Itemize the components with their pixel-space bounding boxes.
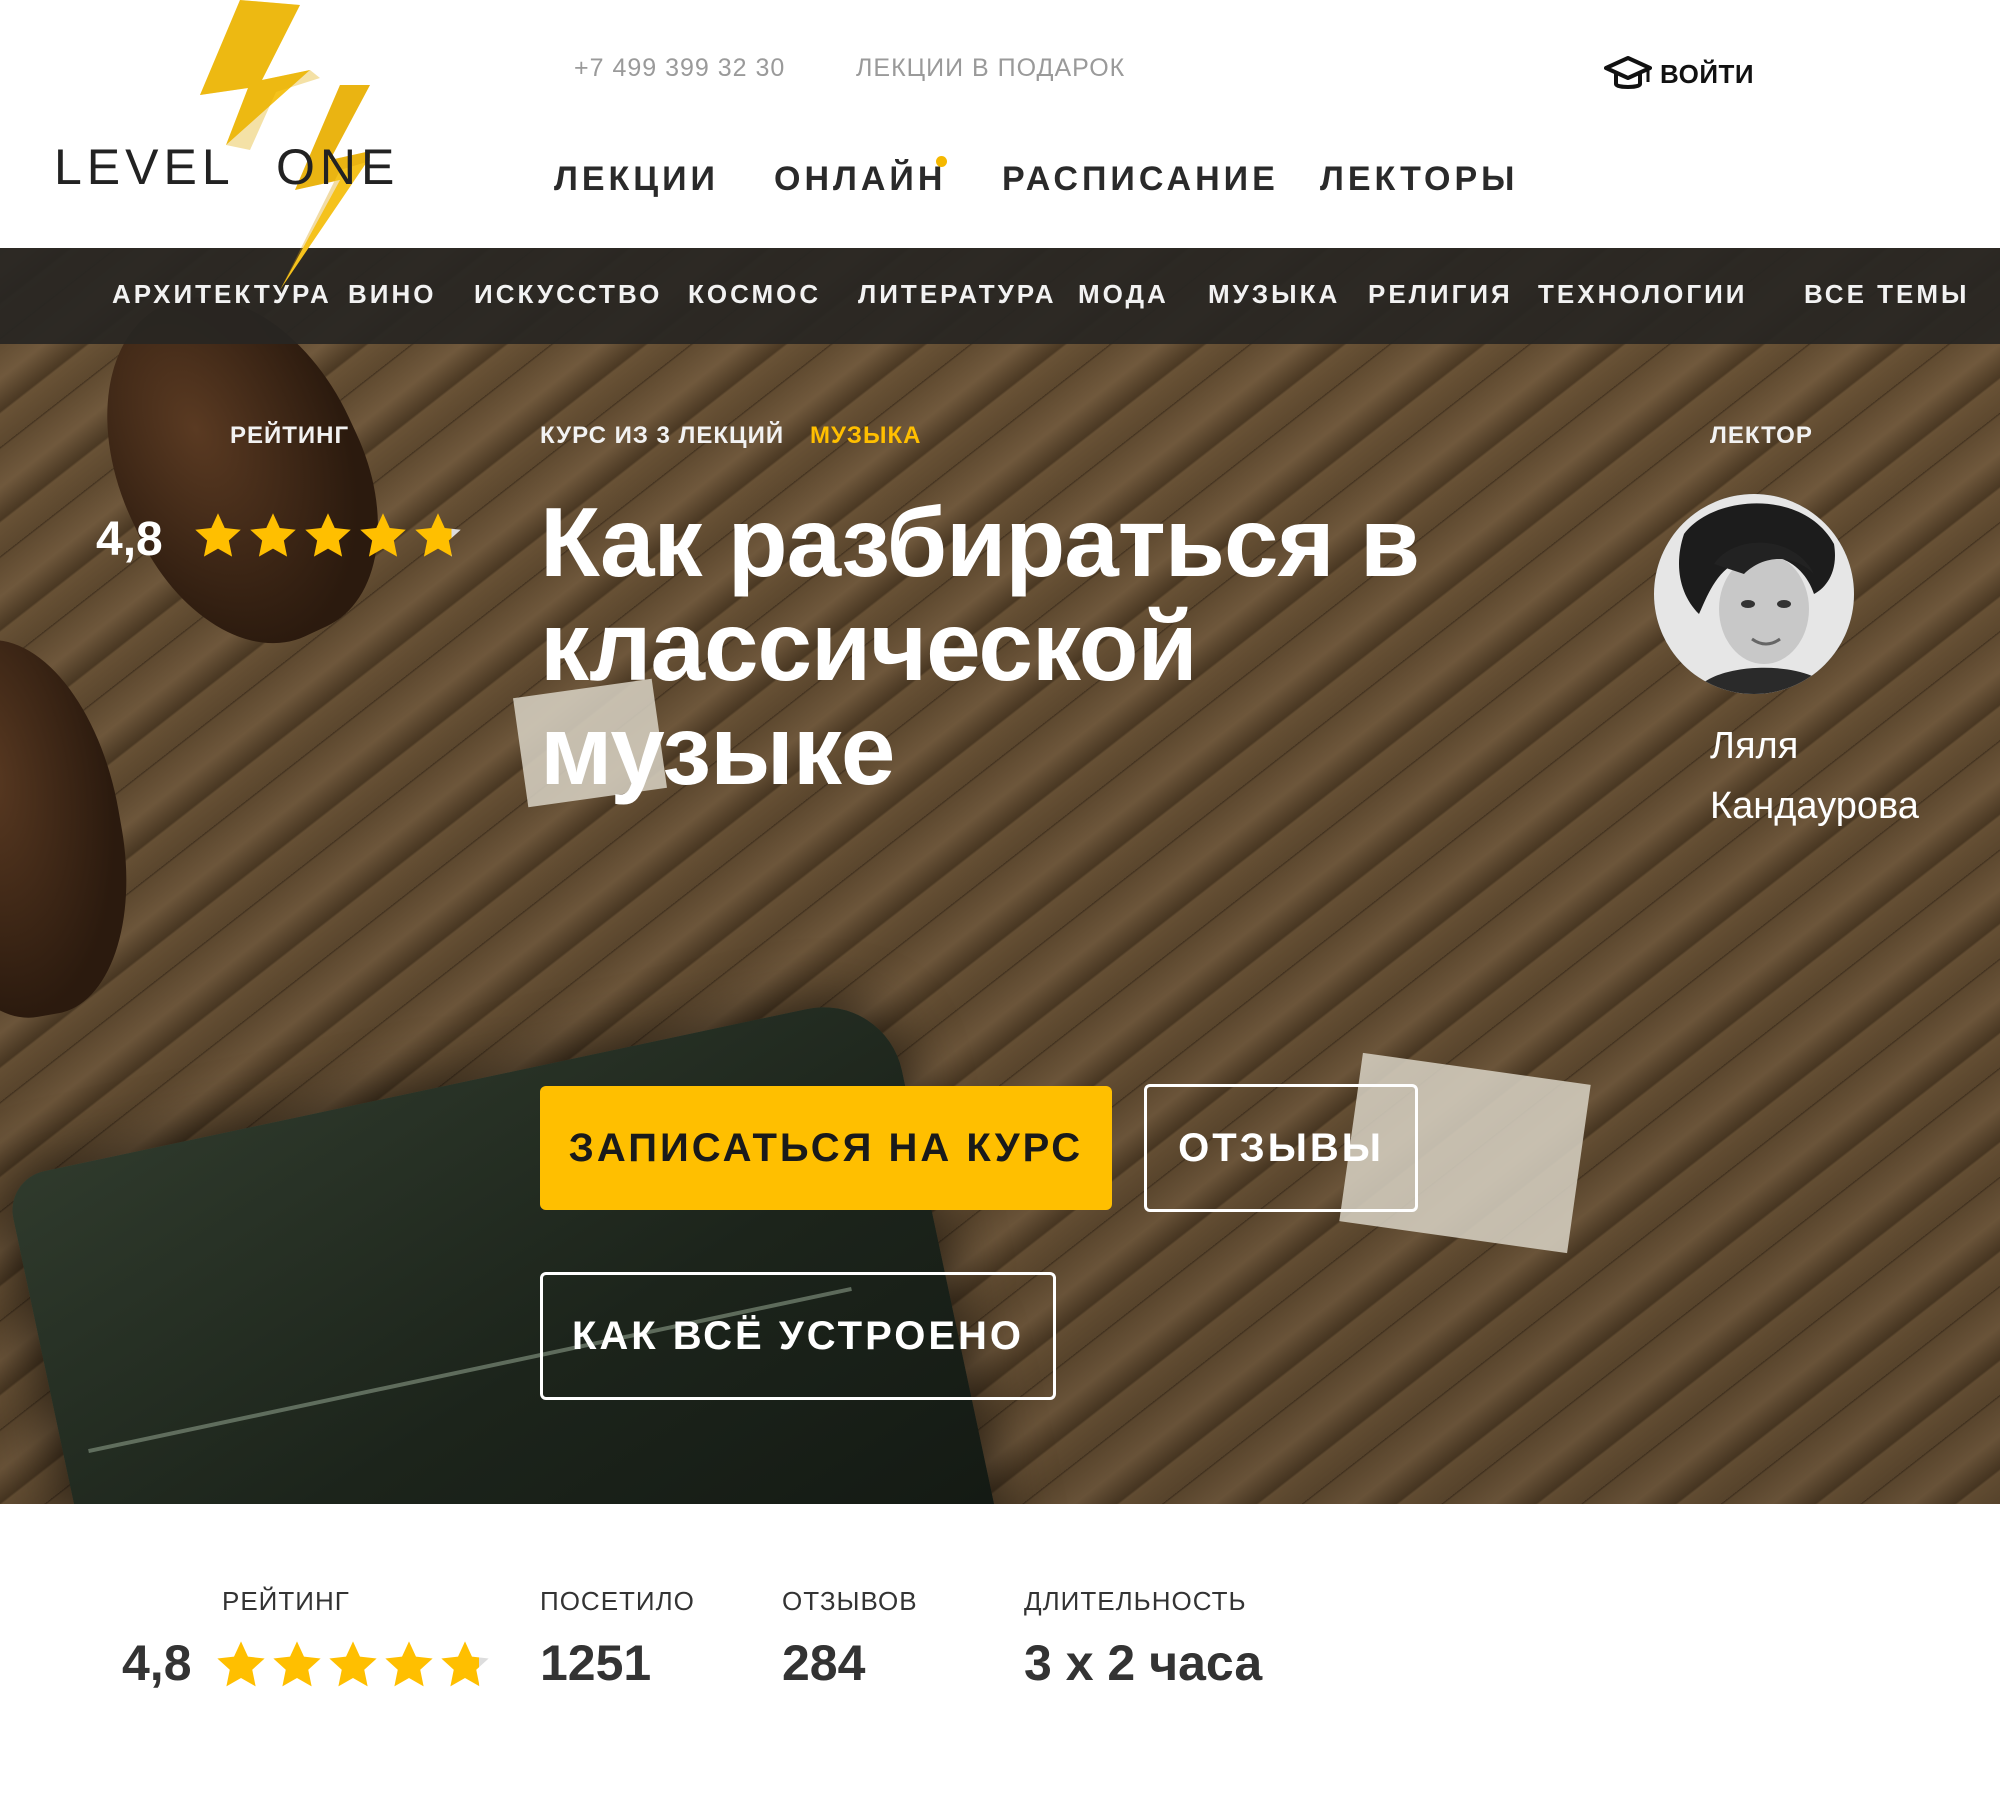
stats-reviews-label: ОТЗЫВОВ [782, 1586, 918, 1616]
stats-rating-label: РЕЙТИНГ [222, 1586, 350, 1616]
category-religion[interactable]: РЕЛИГИЯ [1368, 279, 1513, 310]
star-icon [441, 1641, 489, 1687]
nav-schedule[interactable]: РАСПИСАНИЕ [1002, 160, 1279, 199]
star-icon [385, 1641, 433, 1687]
stats-visited-label: ПОСЕТИЛО [540, 1586, 695, 1616]
star-icon [360, 513, 406, 557]
category-technology[interactable]: ТЕХНОЛОГИИ [1538, 279, 1748, 310]
star-icon [329, 1641, 377, 1687]
lecturer-label: ЛЕКТОР [1710, 422, 1813, 449]
course-title: Как разбираться в классической музыке [540, 487, 1420, 805]
stats-duration-value: 3 х 2 часа [1024, 1635, 1263, 1691]
stats-duration-label: ДЛИТЕЛЬНОСТЬ [1024, 1586, 1247, 1616]
nav-lectures[interactable]: ЛЕКЦИИ [554, 160, 719, 199]
lecturer-first-name: Ляля [1710, 725, 1799, 767]
lecturer-name[interactable]: Ляля Кандаурова [1710, 716, 1919, 836]
course-category-link[interactable]: МУЗЫКА [810, 422, 921, 450]
lecturer-portrait [1654, 494, 1854, 694]
login-button[interactable]: ВОЙТИ [1604, 54, 1754, 94]
login-label: ВОЙТИ [1660, 58, 1755, 89]
phone-link[interactable]: +7 499 399 32 30 [574, 54, 785, 83]
category-fashion[interactable]: МОДА [1078, 279, 1169, 310]
star-icon [217, 1641, 265, 1687]
star-icon [305, 513, 351, 557]
logo[interactable]: LEVEL ONE [50, 0, 394, 290]
stats-visited-value: 1251 [540, 1635, 652, 1691]
enroll-button[interactable]: ЗАПИСАТЬСЯ НА КУРС [540, 1086, 1112, 1210]
site-header: LEVEL ONE +7 499 399 32 30 ЛЕКЦИИ В ПОДА… [0, 0, 2000, 290]
graduation-cap-icon [1604, 56, 1652, 89]
category-literature[interactable]: ЛИТЕРАТУРА [858, 279, 1057, 310]
lecturer-avatar[interactable] [1654, 494, 1854, 694]
category-space[interactable]: КОСМОС [688, 279, 821, 310]
star-icon [250, 513, 296, 557]
hero-rating-stars [192, 510, 464, 562]
star-icon [195, 513, 241, 557]
stats-reviews-value[interactable]: 284 [782, 1634, 865, 1692]
star-icon [415, 513, 461, 557]
nav-lecturers[interactable]: ЛЕКТОРЫ [1320, 160, 1518, 199]
lecturer-last-name: Кандаурова [1710, 785, 1919, 827]
nav-online[interactable]: ОНЛАЙН [774, 160, 946, 199]
grand-piano-shape [4, 992, 1036, 1504]
logo-text-right: ONE [276, 139, 400, 195]
hero-rating-label: РЕЙТИНГ [230, 422, 350, 449]
stats-rating-stars [214, 1638, 492, 1692]
category-all-topics[interactable]: ВСЕ ТЕМЫ [1804, 279, 1969, 310]
cello-shape [0, 622, 152, 1034]
category-music[interactable]: МУЗЫКА [1208, 279, 1340, 310]
star-icon [273, 1641, 321, 1687]
reviews-button[interactable]: ОТЗЫВЫ [1144, 1084, 1418, 1212]
course-info-label: КУРС ИЗ 3 ЛЕКЦИЙ [540, 422, 785, 449]
logo-text-left: LEVEL [54, 139, 235, 195]
hero-rating-value: 4,8 [96, 513, 163, 566]
gift-lectures-link[interactable]: ЛЕКЦИИ В ПОДАРОК [856, 54, 1125, 83]
how-it-works-button[interactable]: КАК ВСЁ УСТРОЕНО [540, 1272, 1056, 1400]
online-indicator-dot [936, 156, 947, 167]
stats-rating-value: 4,8 [122, 1635, 192, 1691]
category-art[interactable]: ИСКУССТВО [474, 279, 662, 310]
